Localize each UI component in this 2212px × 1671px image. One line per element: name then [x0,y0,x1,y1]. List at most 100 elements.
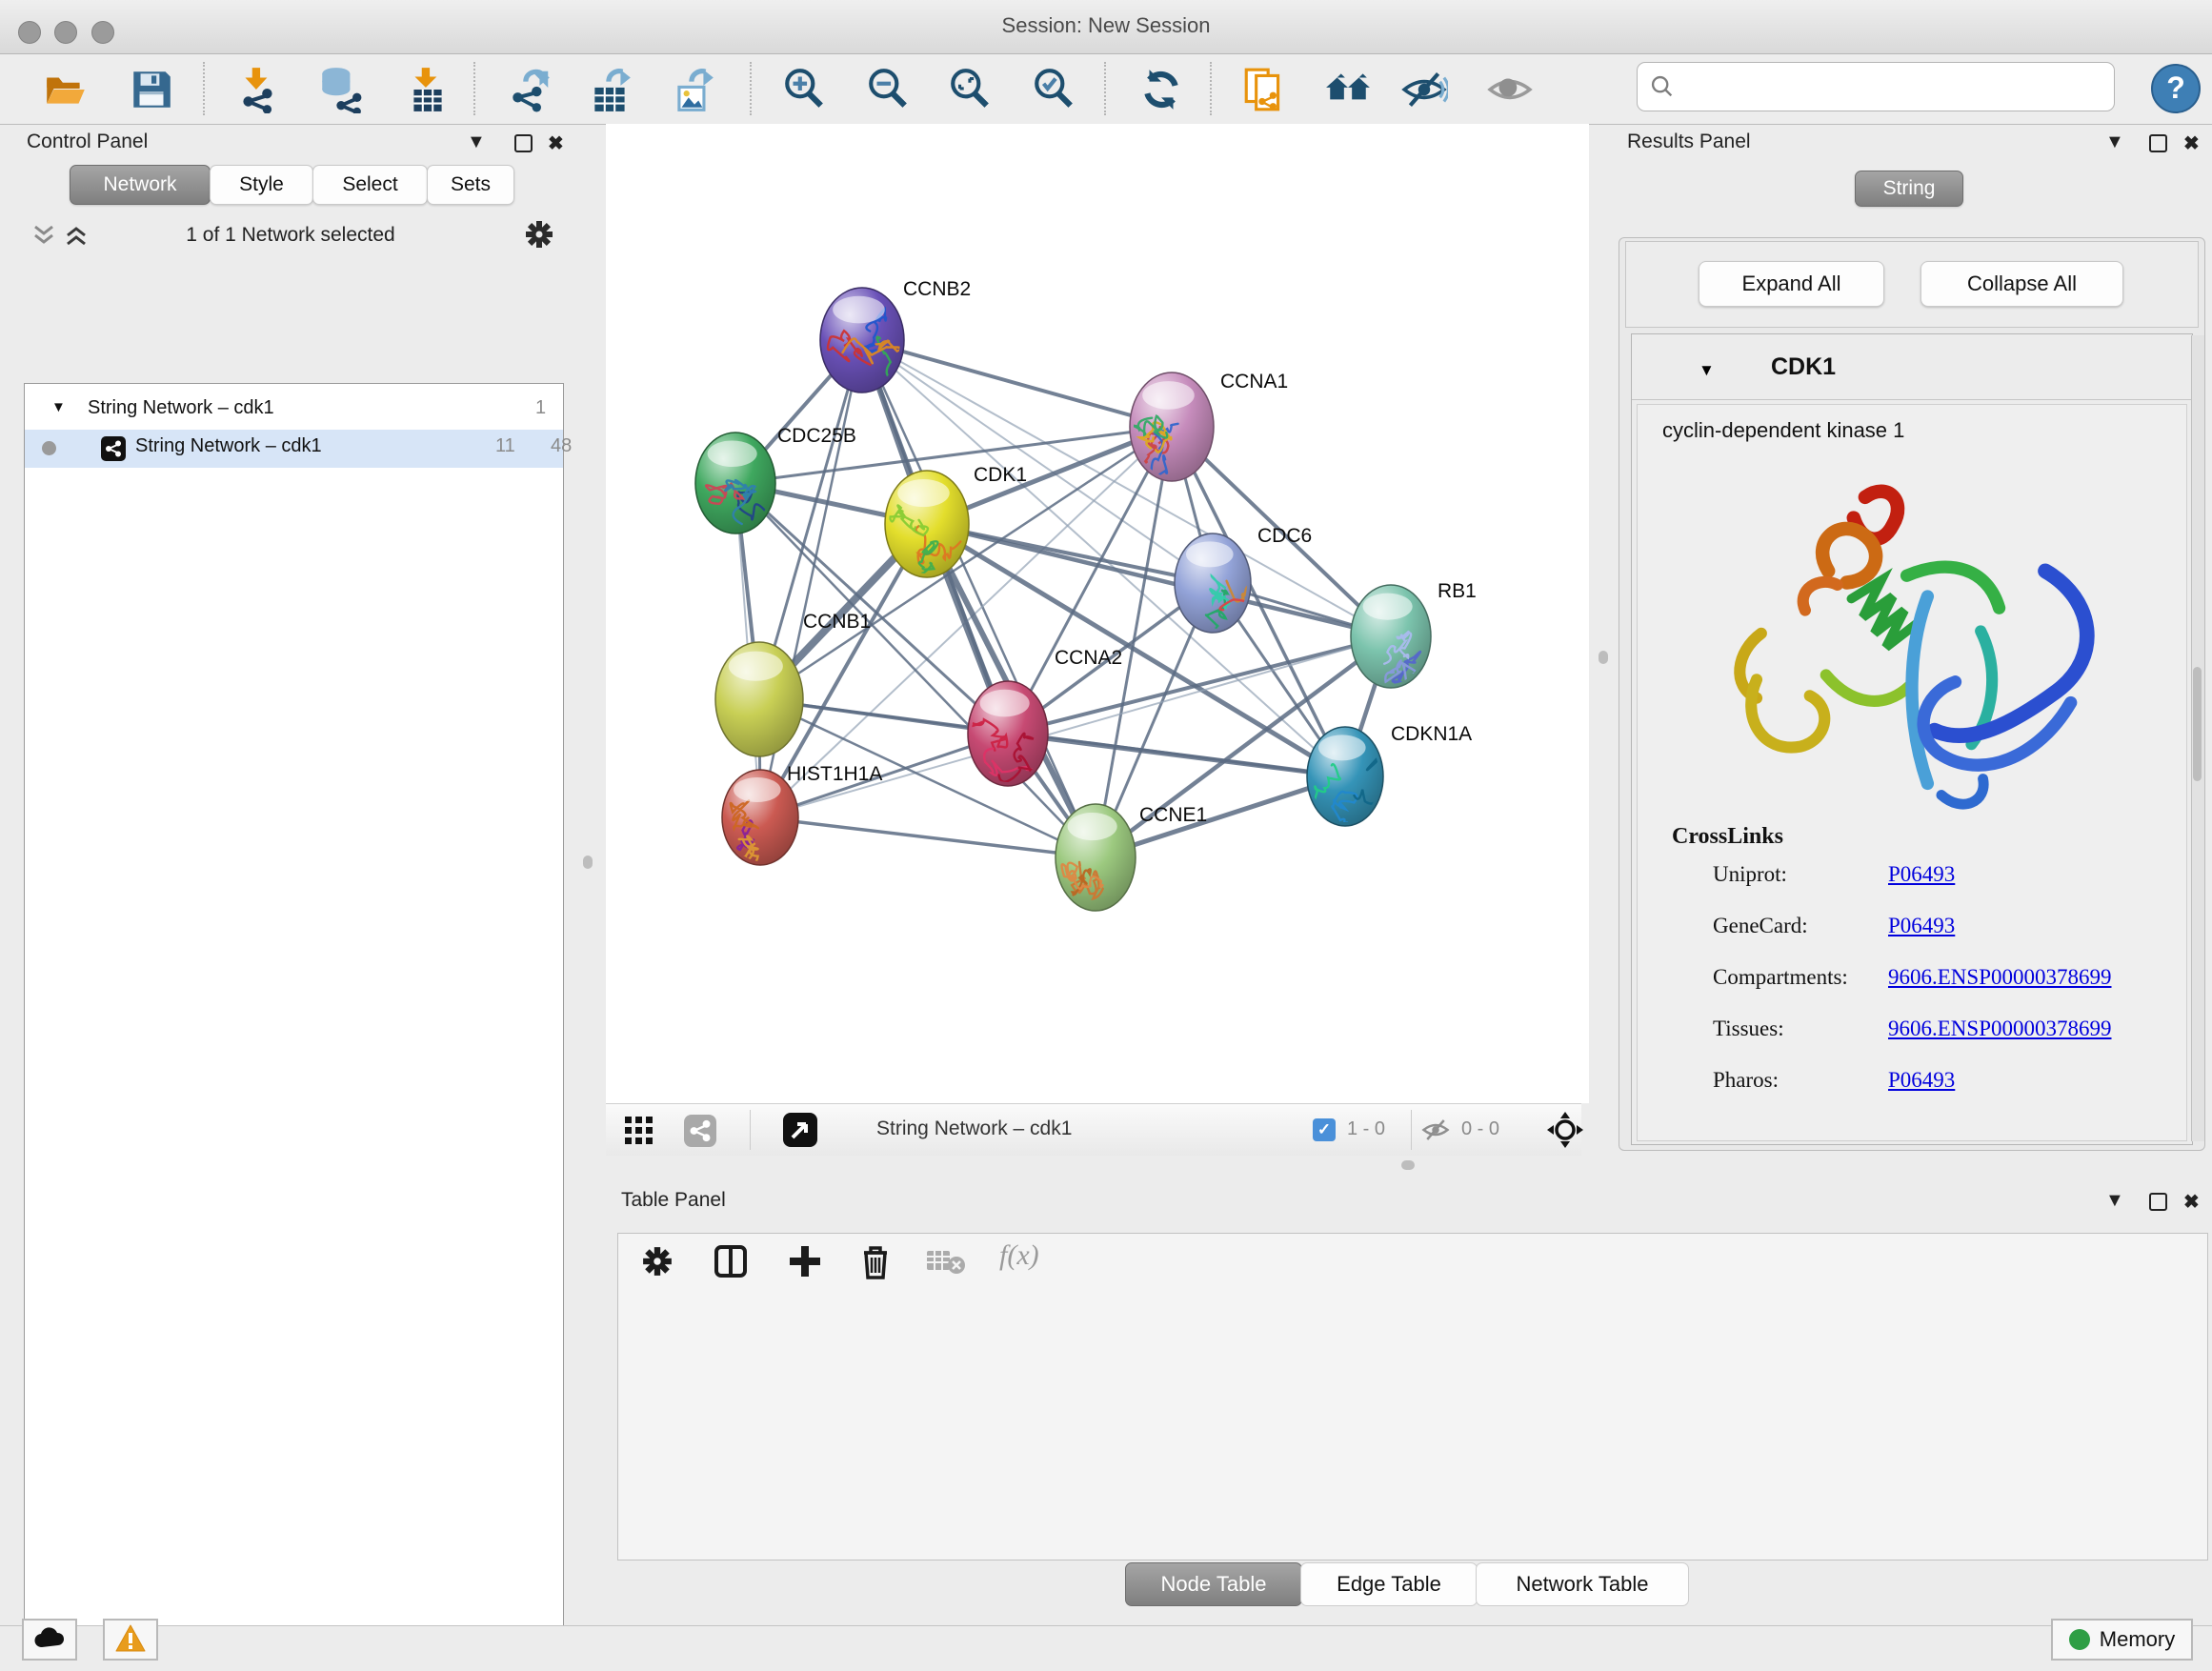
crosslinks-list: Uniprot:P06493GeneCard:P06493Compartment… [1638,862,2186,1110]
crosslink-link[interactable]: P06493 [1888,862,1955,887]
cloud-button[interactable] [22,1619,77,1661]
current-network-dot-icon [42,441,56,455]
help-button[interactable]: ? [2151,64,2201,113]
memory-status-dot [2069,1629,2090,1650]
zoom-out-icon[interactable] [865,66,913,113]
collapse-all-button[interactable]: Collapse All [1920,261,2123,307]
import-network-from-database-icon[interactable] [316,66,364,113]
search-input[interactable] [1683,69,2106,103]
crosslink-link[interactable]: 9606.ENSP00000378699 [1888,965,2112,990]
home-networks-icon[interactable] [1324,66,1372,113]
table-panel-close-icon[interactable]: ✖ [2183,1190,2200,1214]
grid-view-icon[interactable] [625,1117,654,1145]
export-network-icon[interactable] [506,66,553,113]
network-node-ccna1[interactable] [1130,372,1214,481]
expand-all-button[interactable]: Expand All [1699,261,1884,307]
tab-select[interactable]: Select [312,165,428,205]
selected-checkbox-icon[interactable]: ✓ [1313,1118,1336,1141]
control-panel-close-icon[interactable]: ✖ [548,131,564,155]
function-builder-icon: f(x) [999,1239,1039,1272]
export-image-icon[interactable] [670,66,717,113]
main-toolbar: ? [0,54,2212,125]
network-options-gear-icon[interactable] [524,219,554,250]
warning-icon [115,1624,146,1653]
import-table-icon[interactable] [404,66,452,113]
show-graphics-details-icon[interactable] [1486,66,1534,113]
tab-network-table[interactable]: Network Table [1476,1562,1689,1606]
node-label-cdkn1a: CDKN1A [1391,723,1472,745]
fit-selection-crosshair-icon[interactable] [1547,1112,1583,1148]
collection-expand-icon[interactable]: ▼ [51,399,66,415]
control-panel-menu-arrow-icon[interactable]: ▼ [467,131,486,153]
network-edge[interactable] [862,340,1096,857]
memory-button[interactable]: Memory [2051,1619,2193,1661]
tab-network[interactable]: Network [70,165,211,205]
right-splitter-handle[interactable] [1599,651,1608,664]
table-panel-title: Table Panel [621,1189,726,1212]
crosslink-link[interactable]: 9606.ENSP00000378699 [1888,1017,2112,1041]
toolbar-separator [1411,1110,1412,1150]
network-edge[interactable] [760,817,1096,857]
tab-style[interactable]: Style [210,165,313,205]
show-column-icon[interactable] [714,1244,748,1278]
network-node-rb1[interactable] [1351,585,1431,690]
delete-column-icon[interactable] [858,1243,893,1279]
cytoscape-window: Session: New Session ? Control Panel [0,0,2212,1671]
bottom-splitter-handle[interactable] [1401,1160,1415,1170]
network-canvas[interactable]: CCNB2CCNA1CDC25BCDK1CDC6RB1CCNB1CCNA2CDK… [606,124,1589,1103]
network-edge[interactable] [1008,427,1172,734]
node-label-cdc25b: CDC25B [777,425,856,447]
zoom-selected-icon[interactable] [1031,66,1078,113]
crosslink-link[interactable]: P06493 [1888,914,1955,938]
string-network-graph[interactable]: CCNB2CCNA1CDC25BCDK1CDC6RB1CCNB1CCNA2CDK… [606,124,1589,1103]
results-panel-close-icon[interactable]: ✖ [2183,131,2200,155]
tab-string[interactable]: String [1855,171,1963,207]
results-panel-menu-arrow-icon[interactable]: ▼ [2105,131,2124,153]
network-collection-row[interactable]: ▼ String Network – cdk1 1 [25,392,563,430]
crosslink-link[interactable]: P06493 [1888,1068,1955,1093]
hide-unhide-icon[interactable] [1400,66,1448,113]
network-node-count: 11 [495,435,515,457]
network-edge-count: 48 [551,435,572,457]
cloud-icon [33,1626,66,1649]
tab-node-table[interactable]: Node Table [1125,1562,1302,1606]
zoom-fit-icon[interactable] [947,66,995,113]
network-edge[interactable] [862,340,1172,427]
memory-label: Memory [2100,1627,2175,1652]
toolbar-search [1637,62,2115,111]
network-node-cdk1[interactable] [885,471,969,580]
network-row-selected[interactable]: String Network – cdk1 11 48 [25,430,563,468]
birds-eye-view-icon[interactable] [783,1113,817,1147]
crosslink-label: Pharos: [1713,1068,1779,1093]
network-node-ccnb1[interactable] [715,642,803,756]
network-node-ccnb2[interactable] [820,288,910,394]
network-edge[interactable] [1008,734,1345,776]
results-scrollbar-thumb[interactable] [2193,667,2202,781]
import-network-icon[interactable] [234,66,282,113]
warnings-button[interactable] [103,1619,158,1661]
table-panel-body: f(x) shared namenamecanonical namedataba… [617,1233,2208,1560]
clone-network-icon[interactable] [1240,66,1288,113]
tab-sets[interactable]: Sets [427,165,514,205]
network-node-cdkn1a[interactable] [1307,727,1399,841]
results-panel-float-icon[interactable] [2149,134,2167,152]
table-panel-menu-arrow-icon[interactable]: ▼ [2105,1190,2124,1212]
zoom-in-icon[interactable] [781,66,829,113]
results-buttons-box: Expand All Collapse All [1625,241,2199,328]
network-view-share-icon[interactable] [684,1115,716,1147]
gene-collapse-icon[interactable]: ▼ [1699,361,1715,380]
save-session-icon[interactable] [128,66,175,113]
table-panel-float-icon[interactable] [2149,1193,2167,1211]
network-node-ccna2[interactable] [968,681,1053,786]
export-table-icon[interactable] [587,66,634,113]
refresh-icon[interactable] [1137,66,1185,113]
control-panel-float-icon[interactable] [514,134,533,152]
network-edge[interactable] [927,524,1391,636]
left-splitter-handle[interactable] [583,856,593,869]
hidden-eye-icon [1421,1117,1450,1143]
open-session-icon[interactable] [42,66,90,113]
tab-edge-table[interactable]: Edge Table [1300,1562,1478,1606]
network-node-ccne1[interactable] [1056,804,1136,911]
create-column-icon[interactable] [788,1244,822,1278]
table-gear-icon[interactable] [641,1245,674,1278]
